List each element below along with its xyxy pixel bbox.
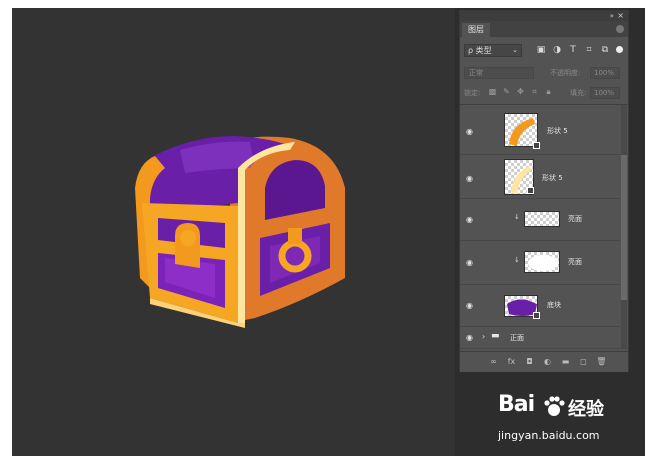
- new-group-icon[interactable]: ▬: [560, 356, 571, 367]
- delete-layer-icon[interactable]: 🗑︎: [596, 356, 607, 367]
- adjustment-layer-icon[interactable]: ◐: [542, 356, 553, 367]
- layer-name[interactable]: 形状 5: [542, 173, 563, 183]
- blend-row: 正常 不透明度: 100%: [462, 67, 626, 79]
- smart-object-filter-icon[interactable]: ⧉: [600, 45, 610, 55]
- layers-scrollbar[interactable]: [621, 105, 627, 349]
- collapse-icon[interactable]: »: [610, 12, 614, 20]
- watermark-cn-text: 经验: [568, 399, 604, 420]
- link-layers-icon[interactable]: ∞: [488, 356, 499, 367]
- new-layer-icon[interactable]: ◻: [578, 356, 589, 367]
- fx-icon[interactable]: fx: [506, 356, 517, 367]
- lock-transparent-icon[interactable]: ▩: [488, 87, 497, 97]
- adjustment-filter-icon[interactable]: ◑: [552, 45, 562, 55]
- clipping-arrow-icon: ↓: [514, 256, 520, 264]
- treasure-chest-illustration: [135, 136, 345, 328]
- blend-mode-select[interactable]: 正常: [464, 67, 534, 79]
- tab-layers[interactable]: 图层: [462, 23, 490, 37]
- eye-icon[interactable]: ◉: [466, 175, 476, 183]
- layers-list: ◉ 形状 5 ◉ 形状 5 ◉ ↓ 亮面 ◉ ↓ 亮面 ◉ 底块 ◉ › ▬ 正…: [460, 105, 620, 355]
- layer-row-shape5-a[interactable]: ◉ 形状 5: [460, 105, 620, 155]
- layer-name[interactable]: 正面: [510, 333, 524, 343]
- pixel-filter-icon[interactable]: ▣: [536, 45, 546, 55]
- layer-name[interactable]: 形状 5: [547, 126, 568, 136]
- lock-label: 锁定:: [464, 89, 481, 97]
- layers-bottom-toolbar: ∞ fx ◘ ◐ ▬ ◻ 🗑︎: [460, 351, 628, 372]
- lock-position-icon[interactable]: ✥: [516, 87, 525, 97]
- canvas-area[interactable]: [12, 8, 455, 456]
- panel-tab-bar: 图层: [460, 21, 628, 37]
- watermark-url: jingyan.baidu.com: [498, 429, 600, 442]
- white-blob-preview: [528, 255, 558, 271]
- baidu-jingyan-watermark: Bai 经验 jingyan.baidu.com: [498, 392, 616, 452]
- filter-toggle-icon[interactable]: [616, 46, 623, 53]
- filter-type-label: ρ 类型: [468, 46, 492, 55]
- shape-layer-badge-icon: [527, 187, 534, 194]
- layer-name[interactable]: 亮面: [568, 214, 582, 224]
- watermark-logo-text: Bai: [498, 392, 535, 417]
- folder-icon: ▬: [491, 331, 500, 341]
- eye-icon[interactable]: ◉: [466, 128, 476, 136]
- filter-row: ρ 类型 ⌄ ▣ ◑ T ⌗ ⧉: [462, 44, 626, 58]
- eye-icon[interactable]: ◉: [466, 216, 476, 224]
- eye-icon[interactable]: ◉: [466, 302, 476, 310]
- lock-row: 锁定: ▩ ✎ ✥ ⌗ 🔒︎ 填充: 100%: [462, 87, 626, 99]
- layer-row-highlight-b[interactable]: ◉ ↓ 亮面: [460, 241, 620, 285]
- eye-icon[interactable]: ◉: [466, 334, 476, 342]
- layer-row-base[interactable]: ◉ 底块: [460, 285, 620, 327]
- layer-name[interactable]: 底块: [547, 300, 561, 310]
- opacity-input[interactable]: 100%: [590, 67, 620, 79]
- shape-filter-icon[interactable]: ⌗: [584, 45, 594, 55]
- fill-input[interactable]: 100%: [590, 87, 620, 99]
- paw-logo-icon: [544, 396, 565, 416]
- type-filter-icon[interactable]: T: [568, 45, 578, 55]
- layers-panel: » × 图层 ρ 类型 ⌄ ▣ ◑ T ⌗ ⧉ 正常 不透明度: 100% 锁定…: [459, 10, 629, 372]
- clipping-arrow-icon: ↓: [514, 213, 520, 221]
- layer-row-shape5-b[interactable]: ◉ 形状 5: [460, 155, 620, 199]
- scrollbar-thumb[interactable]: [621, 155, 627, 300]
- eye-icon[interactable]: ◉: [466, 259, 476, 267]
- layer-thumbnail: [524, 251, 560, 273]
- add-mask-icon[interactable]: ◘: [524, 356, 535, 367]
- layer-row-highlight-a[interactable]: ◉ ↓ 亮面: [460, 199, 620, 241]
- shape-layer-badge-icon: [533, 142, 540, 149]
- fill-label: 填充:: [570, 89, 587, 97]
- close-icon[interactable]: ×: [617, 11, 624, 20]
- layer-row-group-front[interactable]: ◉ › ▬ 正面: [460, 327, 620, 349]
- opacity-label: 不透明度:: [550, 69, 581, 77]
- chevron-down-icon: ⌄: [512, 46, 518, 54]
- panel-menu-icon[interactable]: [616, 25, 624, 33]
- layer-name[interactable]: 亮面: [568, 257, 582, 267]
- lock-paint-icon[interactable]: ✎: [502, 87, 511, 97]
- lock-all-icon[interactable]: 🔒︎: [544, 87, 553, 97]
- filter-type-select[interactable]: ρ 类型 ⌄: [464, 44, 522, 57]
- panel-title-strip: » ×: [460, 11, 628, 21]
- chevron-right-icon[interactable]: ›: [482, 332, 485, 341]
- shape-layer-badge-icon: [533, 312, 540, 319]
- layer-thumbnail: [524, 211, 560, 227]
- lock-artboard-icon[interactable]: ⌗: [530, 87, 539, 97]
